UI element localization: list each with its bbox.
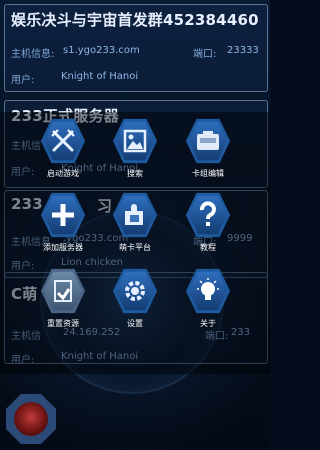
menu-tutorial[interactable]: 教程: [178, 192, 238, 264]
menu-reset-resources[interactable]: 重置资源: [33, 268, 93, 340]
floating-menu-button[interactable]: [6, 394, 56, 444]
hex-button: [40, 192, 86, 238]
menu-label: 重置资源: [47, 319, 79, 328]
user-value: Knight of Hanoi: [61, 71, 139, 82]
port-label: 端口:: [193, 49, 217, 60]
menu-label: 关于: [200, 319, 216, 328]
menu-label: 萌卡平台: [119, 243, 151, 252]
red-orb-icon: [14, 402, 48, 436]
menu-label: 添加服务器: [43, 243, 83, 252]
menu-about[interactable]: 关于: [178, 268, 238, 340]
puzzle-icon: [125, 204, 143, 225]
menu-deck-edit[interactable]: 卡组编辑: [178, 118, 238, 190]
menu-label: 教程: [200, 243, 216, 252]
menu-label: 搜索: [127, 169, 143, 178]
hex-button: [112, 268, 158, 314]
hex-button: [185, 192, 231, 238]
host-label: 主机信息:: [11, 49, 55, 60]
hex-button: [112, 192, 158, 238]
menu-start-game[interactable]: 启动游戏: [33, 118, 93, 190]
plus-icon: [52, 204, 74, 226]
host-value: s1.ygo233.com: [63, 45, 140, 56]
image-search-icon: [123, 129, 147, 153]
hex-button: [112, 118, 158, 164]
menu-label: 启动游戏: [47, 169, 79, 178]
question-icon: [200, 201, 216, 226]
menu-label: 卡组编辑: [192, 169, 224, 178]
menu-settings[interactable]: 设置: [105, 268, 165, 340]
hex-button: [40, 268, 86, 314]
server-name: 娱乐决斗与宇宙首发群452384460: [11, 11, 259, 29]
menu-search[interactable]: 搜索: [105, 118, 165, 190]
menu-label: 设置: [127, 319, 143, 328]
swords-icon: [51, 129, 75, 152]
hex-button: [40, 118, 86, 164]
menu-moecard-platform[interactable]: 萌卡平台: [105, 192, 165, 264]
server-card-1[interactable]: 娱乐决斗与宇宙首发群452384460 主机信息: s1.ygo233.com …: [4, 4, 268, 92]
gear-icon: [125, 281, 145, 301]
port-value: 23333: [227, 45, 259, 56]
user-label: 用户:: [11, 75, 35, 86]
hex-button: [185, 268, 231, 314]
reset-resources-icon: [54, 280, 72, 302]
hex-button: [185, 118, 231, 164]
menu-add-server[interactable]: 添加服务器: [33, 192, 93, 264]
deck-edit-icon: [197, 131, 219, 150]
lightbulb-icon: [197, 278, 219, 300]
